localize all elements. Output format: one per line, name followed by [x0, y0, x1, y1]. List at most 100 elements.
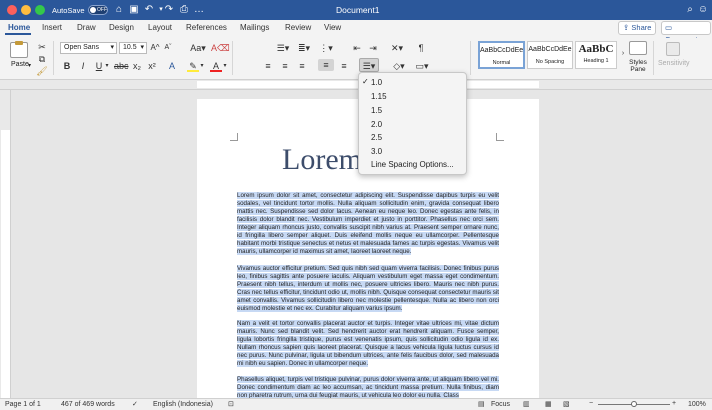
font-color-dropdown-icon[interactable]: ▾ — [222, 60, 228, 72]
shading-icon[interactable]: ◇▾ — [390, 60, 408, 72]
font-name-select[interactable]: Open Sans ▾ — [60, 42, 117, 54]
italic-button[interactable]: I — [79, 60, 87, 72]
focus-icon[interactable]: ▤ — [478, 400, 485, 408]
paste-label[interactable]: Paste — [11, 61, 29, 68]
shrink-font-icon[interactable]: Aˇ — [163, 42, 173, 54]
cut-icon[interactable]: ✂ — [36, 41, 48, 53]
close-window-button[interactable] — [7, 5, 17, 15]
paste-icon[interactable] — [10, 41, 28, 58]
line-spacing-option-1-0[interactable]: 1.0 — [371, 78, 382, 87]
font-color-icon[interactable]: A — [210, 60, 222, 72]
autosave-state: OFF — [97, 7, 107, 13]
clear-formatting-icon[interactable]: A⌫ — [211, 42, 230, 54]
tab-insert[interactable]: Insert — [42, 23, 62, 32]
zoom-slider-thumb[interactable] — [631, 401, 637, 407]
underline-dropdown-icon[interactable]: ▾ — [104, 60, 110, 72]
print-layout-icon[interactable]: ▦ — [545, 400, 552, 408]
redo-icon[interactable]: ↷ — [163, 4, 175, 16]
bold-button[interactable]: B — [63, 60, 71, 72]
tab-mailings[interactable]: Mailings — [240, 23, 269, 32]
line-spacing-option-3-0[interactable]: 3.0 — [371, 147, 382, 156]
paragraph[interactable]: Phasellus aliquet, turpis vel tristique … — [237, 376, 499, 400]
undo-icon[interactable]: ↶ — [143, 4, 155, 16]
language-status[interactable]: English (Indonesia) — [153, 401, 213, 408]
line-spacing-option-1-15[interactable]: 1.15 — [371, 92, 387, 101]
strikethrough-button[interactable]: abc — [114, 60, 129, 72]
grow-font-icon[interactable]: A^ — [150, 42, 160, 54]
style-no-spacing[interactable]: AaBbCcDdEe No Spacing — [527, 41, 573, 69]
style-heading-1[interactable]: AaBbC Heading 1 — [575, 41, 617, 69]
line-spacing-options-item[interactable]: Line Spacing Options... — [371, 160, 454, 169]
align-right-icon[interactable]: ≡ — [296, 60, 308, 72]
zoom-level[interactable]: 100% — [688, 401, 706, 408]
highlight-icon[interactable]: ✎ — [187, 60, 199, 72]
align-left-icon[interactable]: ≡ — [262, 60, 274, 72]
line-spacing-option-2-0[interactable]: 2.0 — [371, 120, 382, 129]
decrease-indent-icon[interactable]: ⇤ — [351, 42, 363, 54]
font-name-value: Open Sans — [64, 44, 100, 51]
line-spacing-option-2-5[interactable]: 2.5 — [371, 133, 382, 142]
maximize-window-button[interactable] — [35, 5, 45, 15]
superscript-button[interactable]: x² — [147, 60, 157, 72]
bullets-icon[interactable]: ☰▾ — [275, 42, 291, 54]
autosave-toggle[interactable]: OFF — [88, 5, 108, 15]
zoom-in-icon[interactable]: + — [672, 400, 676, 407]
tab-design[interactable]: Design — [109, 23, 134, 32]
paste-dropdown-icon[interactable]: ▾ — [28, 62, 31, 69]
align-center-icon[interactable]: ≡ — [279, 60, 291, 72]
print-icon[interactable]: ⎙ — [178, 4, 190, 16]
document-title: Document1 — [336, 5, 380, 15]
tab-layout[interactable]: Layout — [148, 23, 172, 32]
styles-pane-label[interactable]: Styles Pane — [625, 59, 651, 73]
format-painter-icon[interactable]: 🖌 — [36, 65, 48, 77]
search-icon[interactable]: ⌕ — [684, 4, 696, 16]
read-mode-icon[interactable]: ▥ — [523, 400, 530, 408]
tab-home[interactable]: Home — [8, 23, 30, 32]
share-button[interactable]: ⇪ Share — [618, 21, 656, 35]
more-icon[interactable]: … — [193, 4, 205, 16]
paragraph[interactable]: Lorem ipsum dolor sit amet, consectetur … — [237, 192, 499, 260]
tab-view[interactable]: View — [324, 23, 341, 32]
word-count[interactable]: 467 of 469 words — [61, 401, 115, 408]
margin-mark — [230, 133, 238, 141]
save-icon[interactable]: ▣ — [128, 4, 140, 16]
copy-icon[interactable]: ⧉ — [36, 53, 48, 65]
sensitivity-icon — [666, 42, 680, 56]
borders-icon[interactable]: ▭▾ — [413, 60, 431, 72]
comments-button[interactable]: ▭ Comments — [661, 21, 711, 44]
account-icon[interactable]: ☺ — [697, 4, 709, 16]
vertical-ruler[interactable] — [0, 90, 11, 400]
style-normal[interactable]: AaBbCcDdEe Normal — [478, 41, 525, 69]
distributed-icon[interactable]: ≡ — [338, 60, 350, 72]
text-effects-icon[interactable]: A — [166, 60, 178, 72]
subscript-button[interactable]: x₂ — [132, 60, 142, 72]
multilevel-list-icon[interactable]: ⋮▾ — [318, 42, 334, 54]
justify-icon[interactable]: ≡ — [318, 59, 334, 71]
page-count[interactable]: Page 1 of 1 — [5, 401, 41, 408]
tab-review[interactable]: Review — [285, 23, 311, 32]
font-size-select[interactable]: 10.5 ▾ — [119, 42, 147, 54]
line-spacing-button[interactable]: ☰▾ — [359, 58, 379, 72]
zoom-out-icon[interactable]: − — [589, 400, 593, 407]
paragraph[interactable]: Vivamus auctor efficitur pretium. Sed qu… — [237, 265, 499, 321]
home-icon[interactable]: ⌂ — [113, 4, 125, 16]
paragraph[interactable]: Nam a velit et tortor convallis placerat… — [237, 320, 499, 368]
line-spacing-option-1-5[interactable]: 1.5 — [371, 106, 382, 115]
accessibility-icon[interactable]: ⊡ — [228, 400, 234, 408]
sort-icon[interactable]: ✕▾ — [388, 42, 406, 54]
minimize-window-button[interactable] — [21, 5, 31, 15]
highlight-dropdown-icon[interactable]: ▾ — [199, 60, 205, 72]
underline-button[interactable]: U — [95, 60, 103, 72]
tab-draw[interactable]: Draw — [77, 23, 96, 32]
focus-label[interactable]: Focus — [491, 401, 510, 408]
tab-references[interactable]: References — [186, 23, 227, 32]
increase-indent-icon[interactable]: ⇥ — [367, 42, 379, 54]
paragraph-text: Lorem ipsum dolor sit amet, consectetur … — [237, 192, 499, 255]
styles-pane-icon[interactable] — [629, 41, 647, 55]
horizontal-ruler[interactable] — [0, 80, 712, 90]
numbering-icon[interactable]: ≣▾ — [296, 42, 312, 54]
change-case-icon[interactable]: Aa▾ — [190, 42, 206, 54]
show-formatting-icon[interactable]: ¶ — [415, 42, 427, 54]
proofing-icon[interactable]: ✓ — [132, 400, 138, 408]
web-layout-icon[interactable]: ▧ — [563, 400, 570, 408]
